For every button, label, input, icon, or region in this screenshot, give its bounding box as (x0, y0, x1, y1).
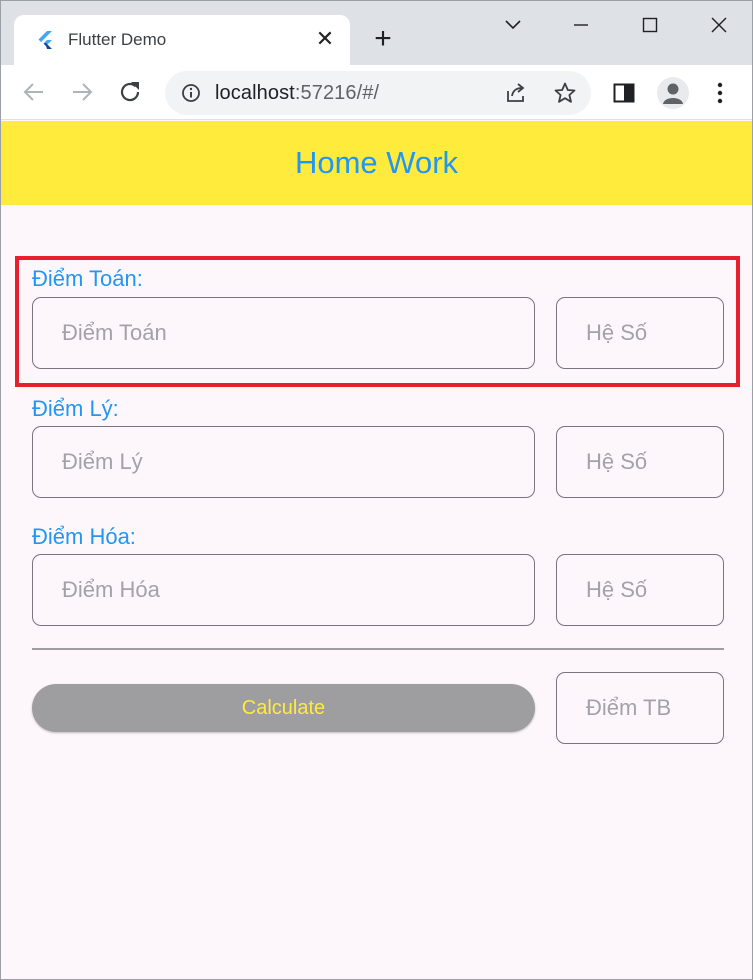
average-score-placeholder: Điểm TB (586, 695, 672, 720)
physics-score-placeholder: Điểm Lý (62, 449, 143, 474)
app-bar: Home Work (1, 121, 752, 205)
physics-coefficient-placeholder: Hệ Số (586, 449, 648, 474)
maximize-icon[interactable] (636, 11, 664, 39)
highlight-box (15, 256, 740, 387)
back-arrow-icon[interactable] (21, 79, 47, 105)
divider (32, 648, 724, 650)
window-close-icon[interactable] (705, 11, 733, 39)
minimize-icon[interactable] (567, 11, 595, 39)
side-panel-icon[interactable] (613, 83, 635, 103)
browser-tab[interactable]: Flutter Demo ✕ (14, 15, 350, 65)
close-icon[interactable]: ✕ (314, 28, 336, 50)
chevron-down-icon[interactable] (499, 11, 527, 39)
url-host: localhost (215, 82, 295, 104)
reload-icon[interactable] (117, 79, 143, 105)
info-icon[interactable] (181, 83, 201, 103)
plus-icon[interactable]: + (369, 24, 397, 54)
tab-title: Flutter Demo (68, 30, 167, 49)
page-title: Home Work (294, 145, 459, 180)
forward-arrow-icon[interactable] (69, 79, 95, 105)
kebab-menu-icon[interactable] (709, 81, 731, 105)
avatar-icon[interactable] (657, 77, 689, 109)
tab-strip: Flutter Demo ✕ + (1, 1, 752, 65)
calculate-button-label: Calculate (241, 697, 326, 719)
url-path: :57216/#/ (294, 82, 380, 104)
browser-window: Flutter Demo ✕ + localhost:57216/#/ Home… (0, 0, 753, 980)
url-text[interactable]: localhost:57216/#/ (215, 82, 379, 105)
physics-score-label: Điểm Lý: (32, 396, 119, 421)
chemistry-coefficient-input[interactable]: Hệ Số (556, 554, 724, 626)
address-bar[interactable]: localhost:57216/#/ (165, 71, 591, 115)
average-score-field[interactable]: Điểm TB (556, 672, 724, 744)
chemistry-score-label: Điểm Hóa: (32, 524, 136, 549)
physics-coefficient-input[interactable]: Hệ Số (556, 426, 724, 498)
calculate-button[interactable]: Calculate (32, 684, 535, 732)
chemistry-score-placeholder: Điểm Hóa (62, 577, 160, 602)
share-icon[interactable] (505, 82, 527, 104)
physics-score-input[interactable]: Điểm Lý (32, 426, 535, 498)
chemistry-score-input[interactable]: Điểm Hóa (32, 554, 535, 626)
browser-toolbar: localhost:57216/#/ (1, 65, 752, 120)
chemistry-coefficient-placeholder: Hệ Số (586, 577, 648, 602)
flutter-favicon (38, 31, 52, 49)
star-icon[interactable] (553, 81, 577, 105)
